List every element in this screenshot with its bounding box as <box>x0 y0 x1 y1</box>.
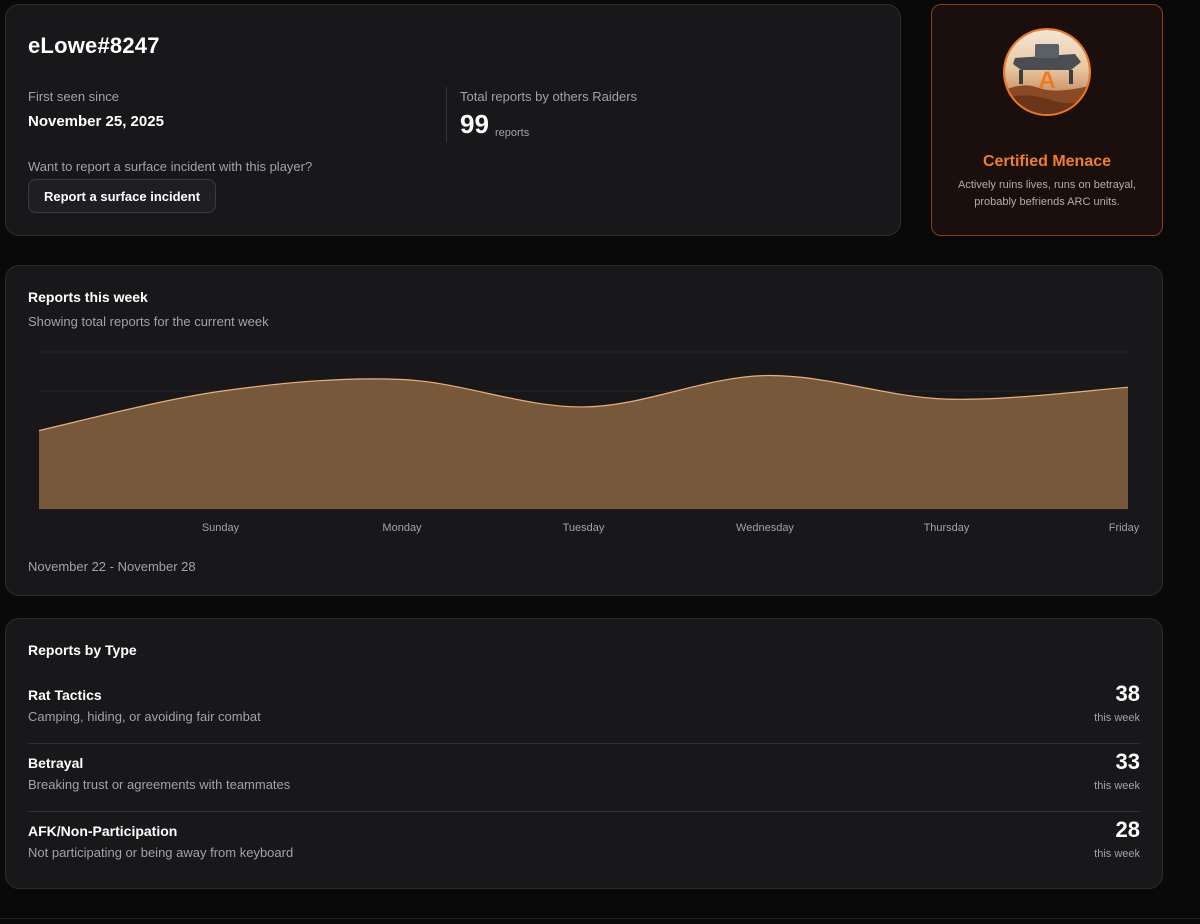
chart-tick-label: Friday <box>1109 522 1140 534</box>
badge-avatar-letter: A <box>1038 67 1055 94</box>
chart-point-monday <box>399 376 405 382</box>
total-reports-label: Total reports by others Raiders <box>460 89 638 104</box>
page-bottom-divider <box>0 918 1200 919</box>
report-type-count: 33 <box>1115 749 1140 774</box>
report-type-period: this week <box>1094 712 1140 724</box>
report-prompt: Want to report a surface incident with t… <box>28 159 313 174</box>
chart-tick-label: Thursday <box>924 522 970 534</box>
report-type-name: Rat Tactics <box>28 687 102 703</box>
player-username: eLowe#8247 <box>28 33 160 58</box>
chart-point-thursday <box>944 396 950 402</box>
report-type-count: 28 <box>1115 817 1140 842</box>
player-badge-card: A Certified Menace Actively ruins lives,… <box>931 4 1163 236</box>
first-seen-value: November 25, 2025 <box>28 113 164 130</box>
report-type-name: AFK/Non-Participation <box>28 823 178 839</box>
report-type-row: Rat Tactics Camping, hiding, or avoiding… <box>28 677 1140 744</box>
chart-tick-label: Monday <box>382 522 422 534</box>
report-incident-button[interactable]: Report a surface incident <box>28 179 217 213</box>
stat-divider <box>446 87 447 143</box>
weekly-reports-card: Reports this week Showing total reports … <box>5 265 1163 596</box>
report-type-period: this week <box>1094 848 1140 860</box>
badge-title: Certified Menace <box>982 153 1112 170</box>
chart-point-wednesday <box>762 373 768 379</box>
weekly-area-chart: Sunday Monday Tuesday Wednesday Thursday Frid… <box>36 351 1140 534</box>
report-type-description: Not participating or being away from key… <box>28 845 294 860</box>
total-reports-unit: reports <box>495 127 530 139</box>
first-seen-label: First seen since <box>28 89 120 104</box>
chart-point-saturday <box>36 428 42 434</box>
report-type-name: Betrayal <box>28 755 84 771</box>
report-type-count: 38 <box>1115 681 1140 706</box>
date-range: November 22 - November 28 <box>28 559 196 574</box>
badge-avatar-image: A <box>1005 30 1089 114</box>
chart-point-friday <box>1125 384 1131 390</box>
chart-area-fill <box>39 375 1128 509</box>
report-type-row: AFK/Non-Participation Not participating … <box>28 813 1140 879</box>
chart-tick-label: Tuesday <box>563 522 605 534</box>
report-type-row: Betrayal Breaking trust or agreements wi… <box>28 745 1140 812</box>
report-type-description: Breaking trust or agreements with teamma… <box>28 777 291 792</box>
report-type-period: this week <box>1094 780 1140 792</box>
chart-point-sunday <box>218 388 224 394</box>
types-title: Reports by Type <box>28 642 137 658</box>
report-type-description: Camping, hiding, or avoiding fair combat <box>28 709 261 724</box>
chart-tick-label: Wednesday <box>736 522 794 534</box>
badge-description: Actively ruins lives, runs on betrayal, … <box>958 179 1136 208</box>
badge-avatar: A <box>1003 28 1091 116</box>
reports-by-type-card: Reports by Type Rat Tactics Camping, hid… <box>5 618 1163 889</box>
player-profile-card: eLowe#8247 First seen since November 25,… <box>5 4 901 236</box>
chart-tick-label: Sunday <box>202 522 240 534</box>
chart-point-tuesday <box>581 404 587 410</box>
total-reports-value: 99 <box>460 109 489 139</box>
